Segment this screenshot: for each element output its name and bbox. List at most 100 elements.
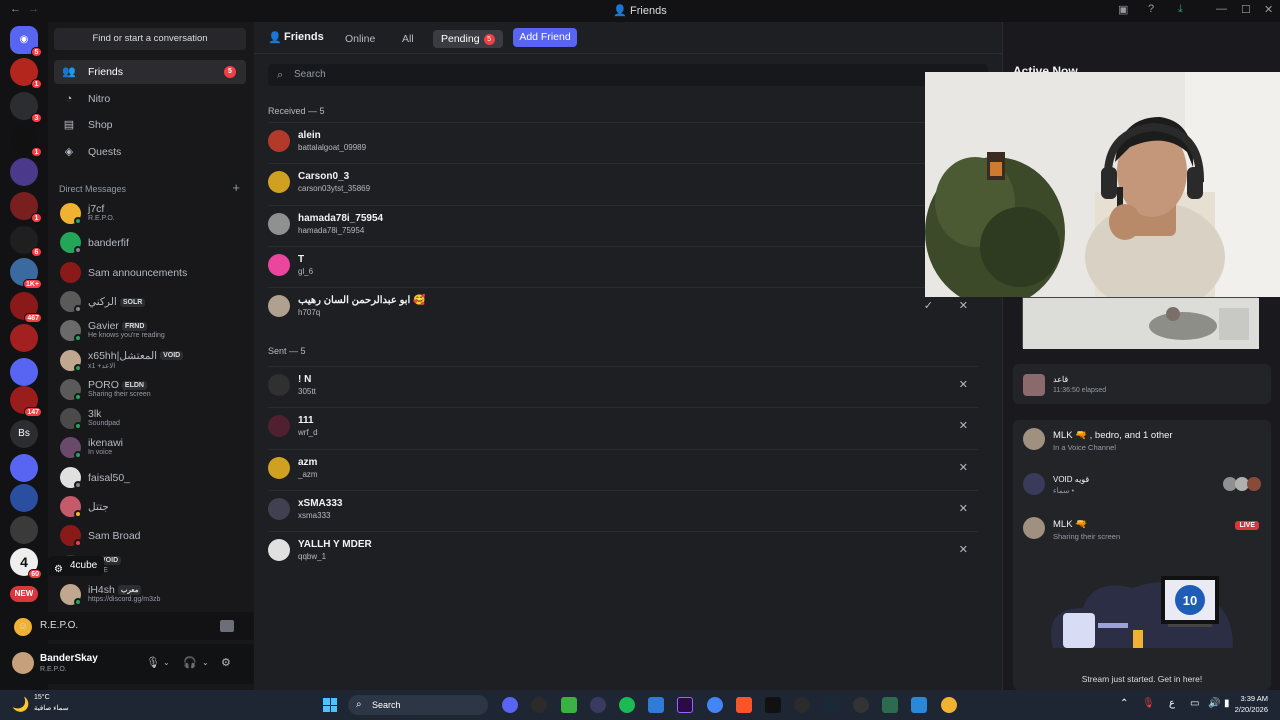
server-icon[interactable]: 6 — [10, 226, 42, 257]
add-friend-button[interactable]: Add Friend — [513, 28, 577, 47]
inbox-icon[interactable]: ▣ — [1118, 3, 1128, 16]
app-taskbar-icon[interactable] — [531, 697, 547, 713]
app-g-taskbar-icon[interactable] — [794, 697, 810, 713]
server-icon[interactable] — [10, 484, 38, 512]
dm-item[interactable]: iH4sh معرب https://discord.gg/m3zb — [54, 581, 246, 609]
server-icon[interactable]: 1K+ — [10, 258, 42, 289]
close-window-icon[interactable]: ✕ — [1264, 3, 1273, 16]
steam-taskbar-icon[interactable] — [823, 697, 839, 713]
server-icon[interactable] — [10, 516, 38, 544]
brave-taskbar-icon[interactable] — [736, 697, 752, 713]
xbox-taskbar-icon[interactable] — [561, 697, 577, 713]
server-icon[interactable]: 1 — [10, 126, 42, 157]
stream-cta[interactable]: Stream just started. Get in here! — [1013, 674, 1271, 684]
minimize-icon[interactable]: — — [1216, 3, 1227, 15]
dm-item[interactable]: faisal50_ — [54, 464, 246, 492]
search-input[interactable]: ⌕ Search — [268, 64, 988, 86]
server-icon[interactable]: 1 — [10, 58, 42, 89]
premiere-taskbar-icon[interactable] — [677, 697, 693, 713]
server-icon[interactable]: 1 — [10, 192, 42, 223]
sent-request-row[interactable]: ! N 305tt ✕ — [268, 366, 978, 404]
dm-item[interactable]: x65hh|المعتشل VOID x1 +الاعد — [54, 347, 246, 375]
dm-item[interactable]: Gavier FRND He knows you're reading — [54, 317, 246, 345]
headphones-icon[interactable]: 🎧 — [183, 656, 197, 669]
sent-request-row[interactable]: YALLH Y MDER qqbw_1 ✕ — [268, 531, 978, 569]
decline-x-icon[interactable]: ✕ — [959, 299, 968, 312]
spotify-taskbar-icon[interactable] — [619, 697, 635, 713]
stream-icon[interactable] — [220, 620, 234, 632]
tray-volume-icon[interactable]: 🔊 — [1208, 698, 1220, 709]
stream-card[interactable]: قاعد 11:36:50 elapsed — [1013, 364, 1271, 404]
capcut-taskbar-icon[interactable] — [765, 697, 781, 713]
media-taskbar-icon[interactable] — [590, 697, 606, 713]
dm-item[interactable]: Sam Broad — [54, 522, 246, 550]
dm-item[interactable]: j7cf R.E.P.O. — [54, 200, 246, 228]
cancel-x-icon[interactable]: ✕ — [959, 419, 968, 432]
stream-preview[interactable] — [1022, 297, 1259, 349]
cancel-x-icon[interactable]: ✕ — [959, 502, 968, 515]
server-icon[interactable]: 3 — [10, 92, 42, 123]
app-blue-taskbar-icon[interactable] — [648, 697, 664, 713]
help-icon[interactable]: ? — [1148, 3, 1154, 15]
discord-taskbar-icon[interactable] — [502, 697, 518, 713]
cancel-x-icon[interactable]: ✕ — [959, 378, 968, 391]
nav-nitro[interactable]: ◔ Nitro — [54, 87, 246, 111]
friend-request-row[interactable]: ابو عبدالرحمن السان رهيب 🥰 h707q ✓ ✕ — [268, 287, 978, 325]
voice-card-name[interactable]: MLK 🔫 , bedro, and 1 other — [1053, 430, 1173, 441]
app-w-taskbar-icon[interactable] — [911, 697, 927, 713]
settings-gear-icon[interactable]: ⚙ — [221, 656, 231, 669]
live-card-name[interactable]: MLK 🔫 — [1053, 519, 1087, 530]
dm-item[interactable]: banderfif — [54, 229, 246, 257]
friend-request-row[interactable]: alein battalalgoat_09989 — [268, 122, 978, 160]
find-conversation-button[interactable]: Find or start a conversation — [54, 28, 246, 50]
server-icon[interactable]: ◉ 5 — [10, 26, 42, 57]
sent-request-row[interactable]: 111 wrf_d ✕ — [268, 407, 978, 445]
windows-start-icon[interactable] — [323, 698, 337, 712]
friend-request-row[interactable]: hamada78i_75954 hamada78i_75954 — [268, 204, 978, 243]
server-icon[interactable]: 467 — [10, 292, 42, 323]
weather-moon-icon[interactable]: 🌙 — [12, 696, 29, 713]
sent-request-row[interactable]: xSMA333 xsma333 ✕ — [268, 489, 978, 528]
tray-battery-icon[interactable]: ▮ — [1224, 698, 1230, 709]
taskbar-search[interactable]: ⌕ Search — [348, 695, 488, 715]
server-icon[interactable] — [10, 454, 38, 482]
dm-item[interactable]: ikenawi In voice — [54, 434, 246, 462]
server-icon[interactable]: 147 — [10, 386, 42, 417]
sent-request-row[interactable]: azm _azm ✕ — [268, 448, 978, 487]
tray-monitor-icon[interactable]: ▭ — [1190, 698, 1199, 709]
activity-bar[interactable]: ☺ R.E.P.O. — [0, 612, 254, 640]
create-dm-plus-icon[interactable]: + — [232, 180, 240, 195]
dm-item[interactable]: الركني SOLR — [54, 288, 246, 316]
server-icon[interactable]: 4 60 — [10, 548, 42, 579]
nav-shop[interactable]: ▤ Shop — [54, 113, 246, 137]
tab-online[interactable]: Online — [337, 30, 383, 48]
void-card-name[interactable]: VOID قويه — [1053, 475, 1089, 484]
app-green-taskbar-icon[interactable] — [882, 697, 898, 713]
tray-chevron-icon[interactable]: ⌃ — [1120, 698, 1128, 709]
server-icon[interactable]: Bs — [10, 420, 38, 448]
friend-request-row[interactable]: Tgl_6 — [268, 245, 978, 284]
server-icon[interactable] — [10, 324, 38, 352]
server-icon[interactable] — [10, 358, 38, 386]
nav-friends[interactable]: 👥 Friends 5 — [54, 60, 246, 84]
server-icon[interactable] — [10, 158, 38, 186]
app-circle-taskbar-icon[interactable] — [853, 697, 869, 713]
tab-all[interactable]: All — [394, 30, 422, 48]
user-avatar[interactable] — [12, 652, 34, 674]
server-icon[interactable]: NEW — [10, 586, 38, 602]
cancel-x-icon[interactable]: ✕ — [959, 543, 968, 556]
friend-request-row[interactable]: Carson0_3 carson03ytst_35869 — [268, 163, 978, 201]
cancel-x-icon[interactable]: ✕ — [959, 461, 968, 474]
dm-item[interactable]: 3lk Soundpad — [54, 405, 246, 433]
tray-mic-icon[interactable]: 🎙 — [1142, 698, 1155, 709]
mic-chevron-icon[interactable]: ⌄ — [163, 658, 170, 667]
chrome-taskbar-icon[interactable] — [707, 697, 723, 713]
dm-item[interactable]: جتتل — [54, 493, 246, 521]
dm-item[interactable]: PORO ELDN Sharing their screen — [54, 376, 246, 404]
app-yellow-taskbar-icon[interactable] — [941, 697, 957, 713]
dm-item[interactable]: Sam announcements — [54, 259, 246, 287]
tray-language[interactable]: ع — [1169, 698, 1175, 709]
download-icon[interactable]: ⤓ — [1178, 3, 1183, 16]
tab-pending[interactable]: Pending 5 — [433, 30, 503, 48]
taskbar-clock[interactable]: 3:39 AM 2/20/2026 — [1235, 693, 1268, 715]
